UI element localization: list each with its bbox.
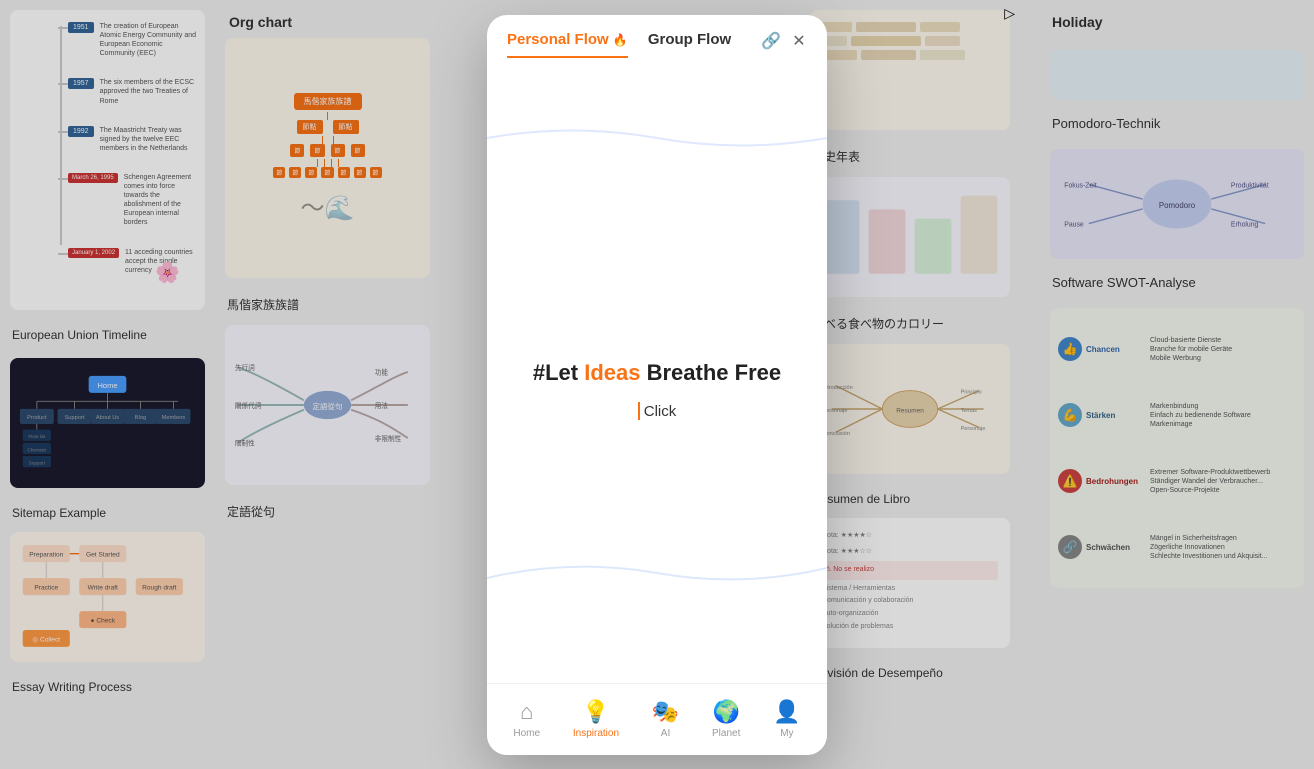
inspiration-icon: 💡 — [582, 699, 609, 725]
my-label: My — [780, 728, 793, 739]
hero-text-pre: #Let — [533, 360, 584, 385]
fire-icon: 🔥 — [613, 33, 628, 47]
hero-text-post: Breathe Free — [641, 360, 782, 385]
cursor-indicator — [638, 402, 640, 420]
modal-overlay[interactable]: Personal Flow 🔥 Group Flow 🔗 ✕ — [0, 0, 1314, 769]
my-icon: 👤 — [773, 699, 800, 725]
modal-nav: ⌂ Home 💡 Inspiration 🎭 AI 🌍 Planet 👤 My — [487, 683, 827, 755]
group-flow-label: Group Flow — [648, 31, 731, 48]
nav-home[interactable]: ⌂ Home — [503, 693, 550, 745]
planet-label: Planet — [712, 728, 740, 739]
modal: Personal Flow 🔥 Group Flow 🔗 ✕ — [487, 15, 827, 755]
personal-flow-label: Personal Flow — [507, 31, 609, 48]
ai-label: AI — [661, 728, 670, 739]
click-text: Click — [644, 403, 677, 420]
nav-planet[interactable]: 🌍 Planet — [702, 693, 750, 745]
ai-icon: 🎭 — [652, 699, 679, 725]
planet-icon: 🌍 — [712, 699, 739, 725]
personal-flow-tab[interactable]: Personal Flow 🔥 — [507, 31, 628, 58]
hero-text: #Let Ideas Breathe Free — [533, 360, 781, 386]
nav-inspiration[interactable]: 💡 Inspiration — [563, 693, 629, 745]
home-label: Home — [513, 728, 540, 739]
hero-text-highlight: Ideas — [584, 360, 640, 385]
home-icon: ⌂ — [520, 699, 533, 725]
nav-my[interactable]: 👤 My — [763, 693, 810, 745]
inspiration-label: Inspiration — [573, 728, 619, 739]
group-flow-tab[interactable]: Group Flow — [648, 31, 731, 58]
close-icon: ✕ — [792, 31, 805, 51]
cursor-line: Click — [638, 402, 677, 420]
link-icon[interactable]: 🔗 — [759, 29, 783, 53]
close-button[interactable]: ✕ — [787, 29, 811, 53]
nav-ai[interactable]: 🎭 AI — [642, 693, 689, 745]
modal-content: #Let Ideas Breathe Free Click — [487, 58, 827, 683]
